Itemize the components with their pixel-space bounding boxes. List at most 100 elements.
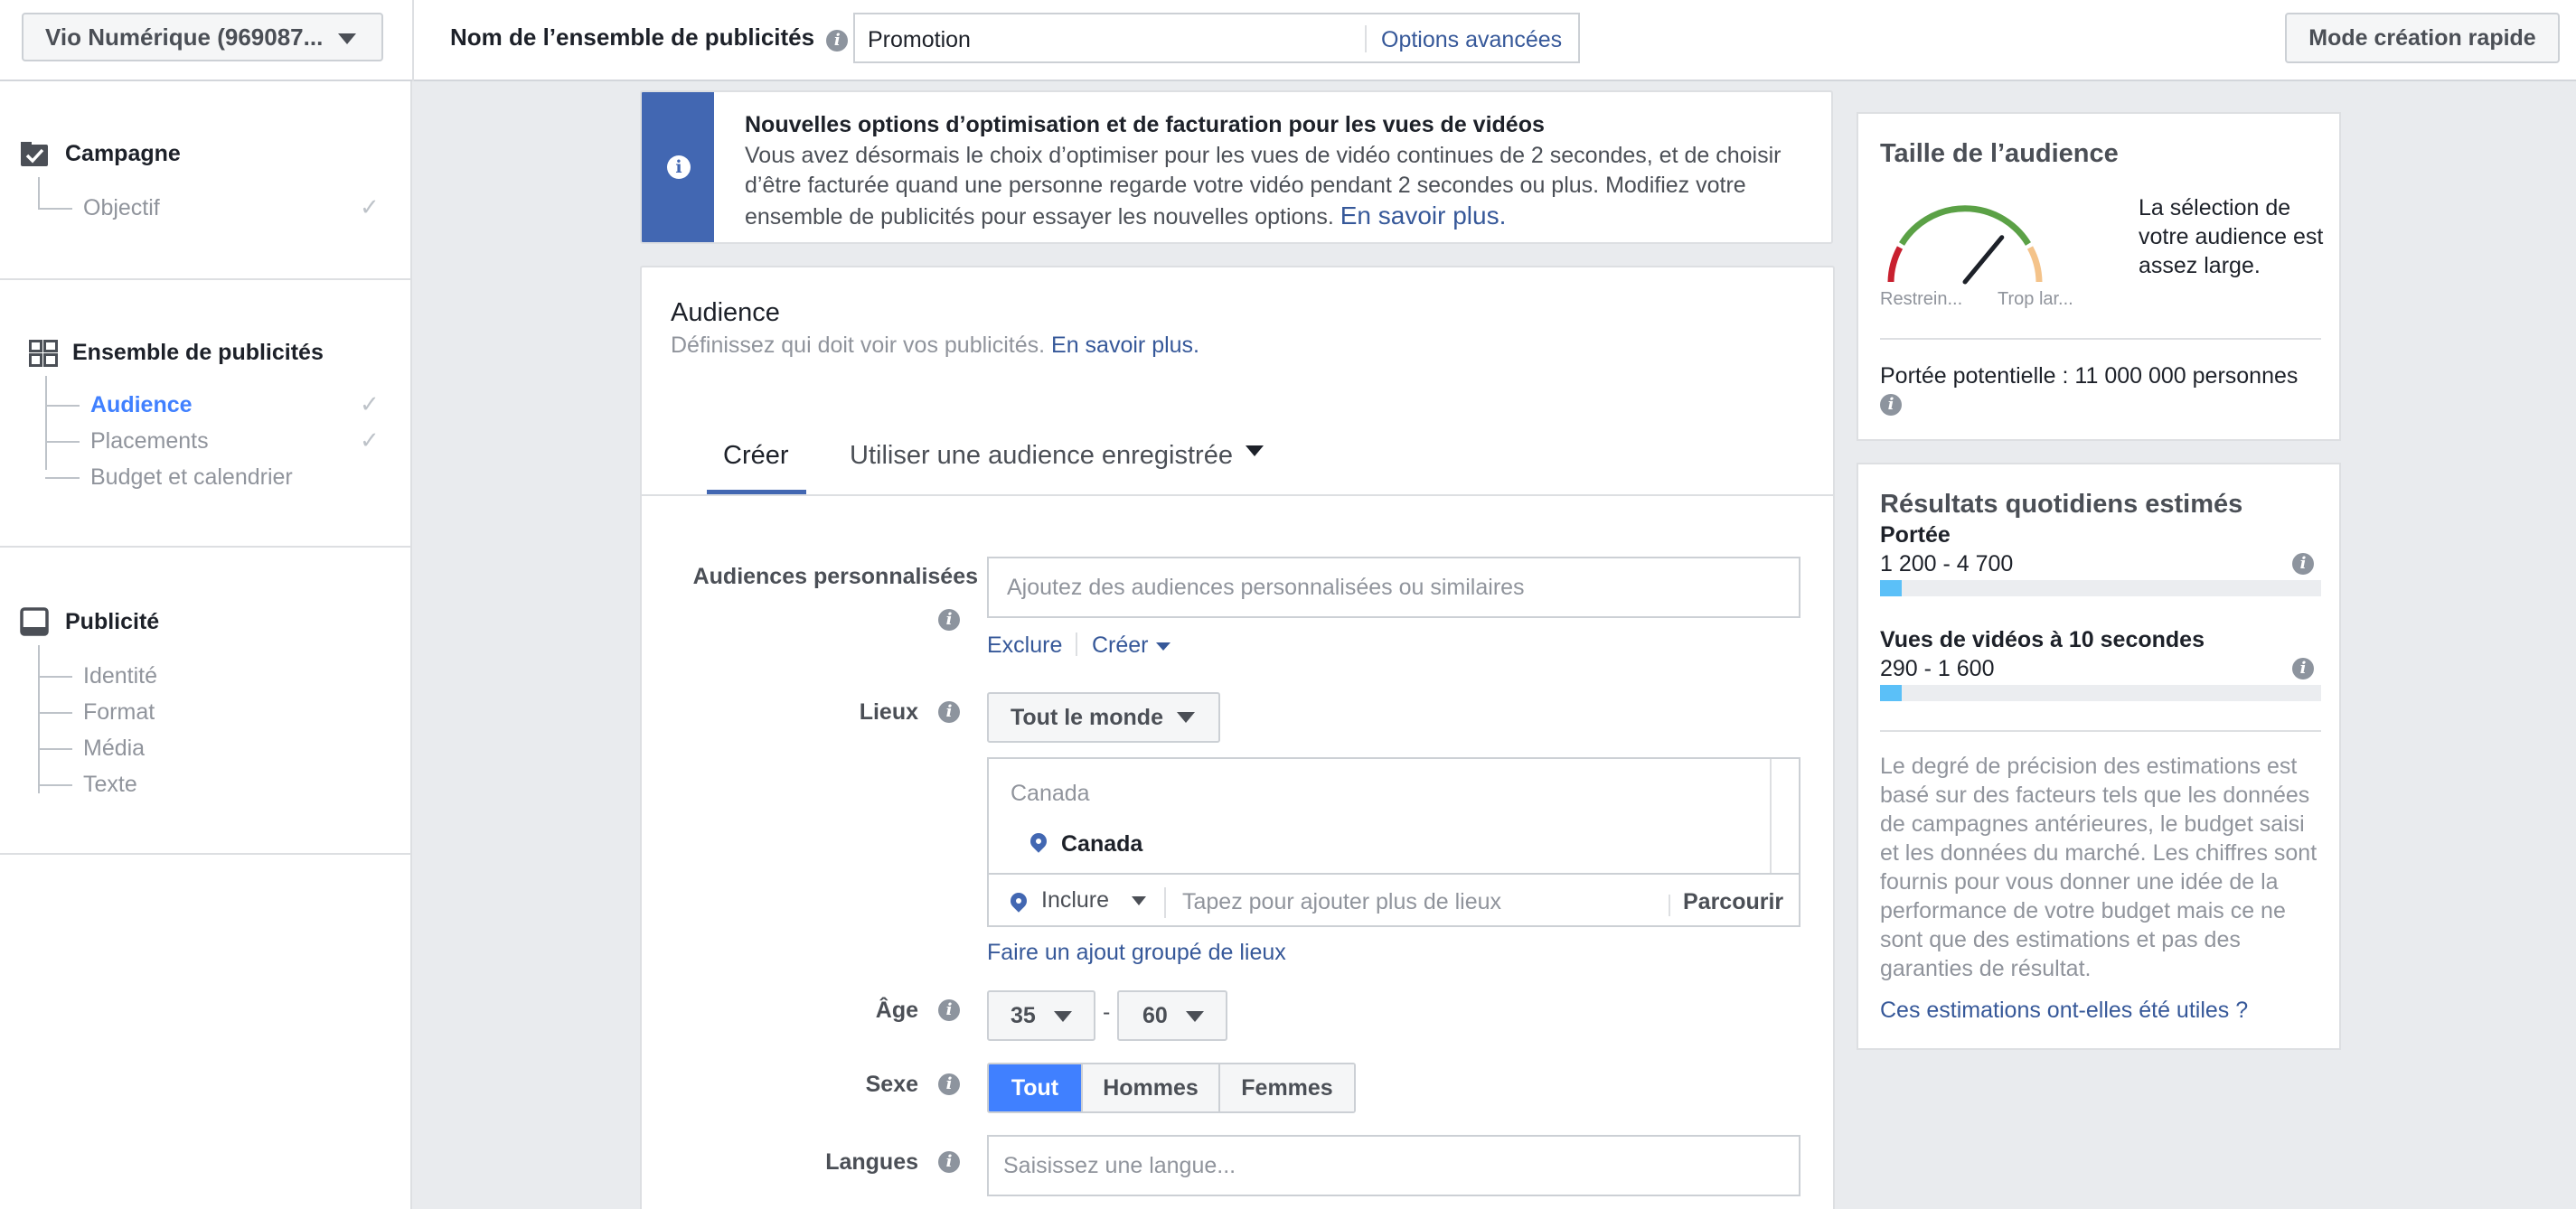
sidebar-head-campaign[interactable]: Campagne [65,141,181,167]
scope-label: Tout le monde [1011,704,1163,730]
gender-all-button[interactable]: Tout [989,1064,1081,1111]
potential-reach: Portée potentielle : 11 000 000 personne… [1880,363,2299,389]
gauge-left-label: Restrein... [1880,289,1963,309]
tree-line [38,748,72,750]
notice-strip: i [642,92,714,242]
ad-icon [20,607,49,636]
tree-line [38,645,40,793]
bulk-add-locations-link[interactable]: Faire un ajout groupé de lieux [987,940,1286,966]
divider [1365,25,1367,52]
age-min-value: 35 [1011,1002,1036,1028]
info-icon[interactable]: i [938,701,960,723]
chevron-down-icon [1177,712,1195,723]
gender-segmented-control: Tout Hommes Femmes [987,1063,1356,1113]
metric-video-views-value: 290 - 1 600 [1880,656,1995,681]
age-max-select[interactable]: 60 [1117,990,1227,1041]
checkmark-icon: ✓ [360,193,380,220]
notice-title: Nouvelles options d’optimisation et de f… [745,112,1545,137]
advanced-options-link[interactable]: Options avancées [1381,27,1562,53]
divider [0,546,412,548]
panel-title: Taille de l’audience [1880,139,2119,168]
sidebar-item-budget-schedule[interactable]: Budget et calendrier [90,464,293,491]
audience-size-panel: Taille de l’audience Restrein... Trop la… [1857,112,2341,441]
gender-men-button[interactable]: Hommes [1081,1064,1218,1111]
info-icon[interactable]: i [938,1073,960,1095]
quick-creation-mode-button[interactable]: Mode création rapide [2285,13,2560,63]
age-min-select[interactable]: 35 [987,990,1095,1041]
divider [412,0,414,81]
include-exclude-dropdown[interactable]: Inclure [1041,887,1146,914]
caret-down-icon [1156,642,1171,651]
estimates-disclaimer: Le degré de précision des estimations es… [1880,754,2317,981]
divider [642,494,1835,496]
adset-name-value[interactable]: Promotion [868,27,971,53]
info-icon[interactable]: i [826,30,849,52]
campaign-icon [21,142,48,166]
sidebar-item-format[interactable]: Format [83,699,155,726]
input-placeholder: Saisissez une langue... [1003,1152,1236,1178]
location-scope-dropdown[interactable]: Tout le monde [987,692,1220,743]
info-icon[interactable]: i [938,999,960,1021]
tree-line [45,441,80,443]
gender-women-button[interactable]: Femmes [1218,1064,1354,1111]
panel-title: Résultats quotidiens estimés [1880,490,2243,519]
learn-more-link[interactable]: En savoir plus. [1340,202,1507,230]
selected-location[interactable]: Canada [1061,831,1142,858]
estimates-feedback-link[interactable]: Ces estimations ont-elles été utiles ? [1880,998,2248,1024]
info-icon[interactable]: i [938,609,960,631]
input-placeholder: Ajoutez des audiences personnalisées ou … [1007,574,1525,600]
section-subtitle: Définissez qui doit voir vos publicités.… [671,333,1199,359]
gauge-right-label: Trop lar... [1998,289,2073,309]
adset-grid-icon [29,340,58,367]
sidebar-head-adset[interactable]: Ensemble de publicités [72,340,324,366]
info-icon[interactable]: i [2292,553,2314,575]
tab-create[interactable]: Créer [723,441,789,471]
chevron-down-icon [1054,1011,1072,1022]
learn-more-link[interactable]: En savoir plus. [1051,333,1199,358]
adset-name-label-text: Nom de l’ensemble de publicités [450,23,815,51]
metric-reach-bar [1880,580,2321,596]
age-label: Âge [875,998,918,1023]
locations-box: Canada Canada Inclure Tapez pour ajouter… [987,757,1800,927]
location-search-input[interactable]: Tapez pour ajouter plus de lieux [1182,889,1501,915]
scrollbar-track[interactable] [1770,759,1772,873]
sidebar-item-text[interactable]: Texte [83,772,137,798]
sidebar-head-ad[interactable]: Publicité [65,609,159,635]
divider [1076,633,1077,656]
info-icon[interactable]: i [938,1151,960,1173]
info-icon[interactable]: i [2292,658,2314,679]
age-max-value: 60 [1142,1002,1168,1028]
tree-line [45,477,80,479]
sidebar-item-identity[interactable]: Identité [83,663,157,689]
divider [0,278,412,280]
info-icon: i [667,155,691,179]
languages-input[interactable]: Saisissez une langue... [987,1135,1800,1196]
exclude-link[interactable]: Exclure [987,633,1062,659]
tree-line [38,784,72,786]
sidebar-item-placements[interactable]: Placements [90,428,209,455]
metric-video-views-label: Vues de vidéos à 10 secondes [1880,627,2205,652]
gender-label: Sexe [865,1072,918,1097]
metric-video-views-bar [1880,685,2321,701]
adset-name-field[interactable]: Promotion Options avancées [853,13,1580,63]
sidebar-item-audience[interactable]: Audience [90,392,193,418]
info-icon[interactable]: i [1880,394,1902,416]
tab-saved-audience[interactable]: Utiliser une audience enregistrée [850,441,1264,471]
checkmark-icon: ✓ [360,426,380,454]
create-audience-dropdown[interactable]: Créer [1092,633,1171,659]
chevron-down-icon [1132,896,1146,906]
custom-audiences-input[interactable]: Ajoutez des audiences personnalisées ou … [987,557,1800,618]
browse-button[interactable]: Parcourir [1683,889,1783,915]
daily-results-panel: Résultats quotidiens estimés Portée 1 20… [1857,463,2341,1050]
divider [1669,895,1670,916]
account-selector[interactable]: Vio Numérique (969087... [22,13,383,61]
tree-line [38,676,72,678]
include-label: Inclure [1041,887,1110,913]
sidebar-item-objective[interactable]: Objectif [83,195,160,221]
checkmark-icon: ✓ [360,390,380,417]
tab-saved-audience-label: Utiliser une audience enregistrée [850,441,1233,470]
sidebar-item-media[interactable]: Média [83,736,145,762]
sidebar: Campagne Objectif ✓ Ensemble de publicit… [0,81,412,1209]
caret-down-icon [1246,445,1264,457]
divider [0,853,412,855]
